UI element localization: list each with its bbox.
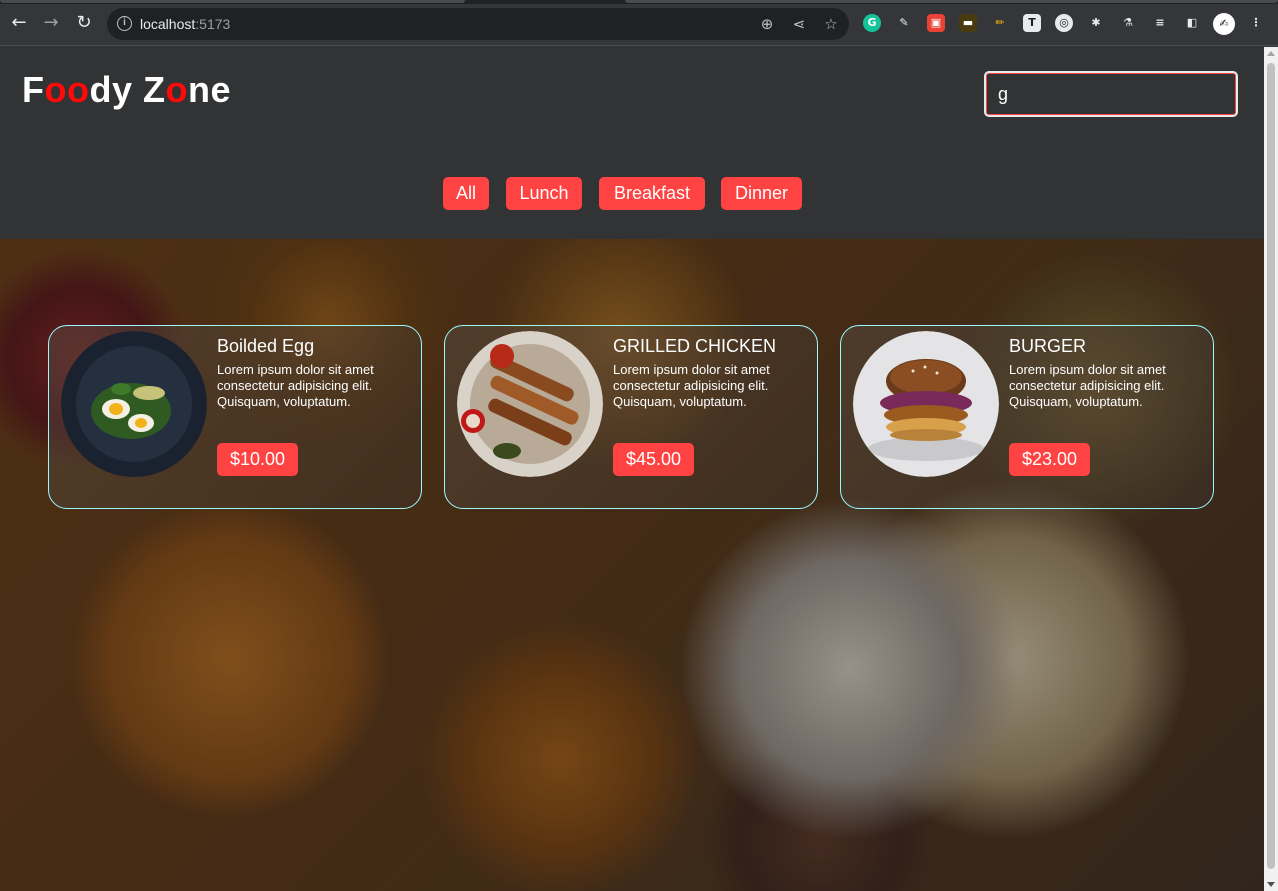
share-icon[interactable]: ⋖	[790, 15, 808, 33]
filter-breakfast-button[interactable]: Breakfast	[599, 177, 705, 210]
url-port: :5173	[195, 16, 231, 32]
reload-icon[interactable]: ↻	[73, 12, 95, 34]
scroll-up-icon[interactable]	[1267, 51, 1275, 56]
logo-part-accent: o	[165, 69, 188, 110]
food-background: Boilded Egg Lorem ipsum dolor sit amet c…	[0, 239, 1264, 891]
pencil-extension-icon[interactable]: ✏	[991, 14, 1009, 32]
browser-toolbar: ← → ↻ i localhost:5173 ⊕ ⋖ ☆ G ✎ ▣ ▬ ✏ T…	[0, 0, 1278, 46]
bookmark-star-icon[interactable]: ☆	[822, 15, 840, 33]
tab[interactable]	[625, 0, 1278, 3]
logo-part: F	[22, 69, 45, 110]
food-title: GRILLED CHICKEN	[613, 336, 777, 356]
price-button[interactable]: $45.00	[613, 443, 695, 476]
extension-icon[interactable]: ▬	[959, 14, 977, 32]
page-scrollbar[interactable]	[1264, 47, 1278, 891]
food-image-boiled-egg	[61, 331, 207, 477]
filter-all-button[interactable]: All	[443, 177, 489, 210]
side-panel-icon[interactable]: ◧	[1183, 14, 1201, 32]
price-button[interactable]: $23.00	[1009, 443, 1091, 476]
flask-icon[interactable]: ⚗	[1119, 14, 1137, 32]
back-arrow-icon[interactable]: ←	[8, 12, 30, 34]
scroll-down-icon[interactable]	[1267, 882, 1275, 887]
filter-lunch-button[interactable]: Lunch	[506, 177, 582, 210]
grammarly-extension-icon[interactable]: G	[863, 14, 881, 32]
food-title: BURGER	[1009, 336, 1087, 356]
filter-dinner-button[interactable]: Dinner	[721, 177, 802, 210]
filter-bar: All Lunch Breakfast Dinner	[0, 177, 1264, 211]
address-url[interactable]: localhost:5173	[140, 16, 230, 32]
food-card: BURGER Lorem ipsum dolor sit amet consec…	[840, 325, 1214, 509]
forward-arrow-icon[interactable]: →	[40, 12, 62, 34]
search-input[interactable]	[984, 71, 1238, 117]
logo-part: dy Z	[89, 69, 166, 110]
price-button[interactable]: $10.00	[217, 443, 299, 476]
burger-image	[853, 331, 999, 477]
grilled-chicken-image	[457, 331, 603, 477]
tab-strip	[0, 0, 1278, 4]
eyedropper-extension-icon[interactable]: ✎	[895, 14, 913, 32]
page: Foody Zone All Lunch Breakfast Dinner	[0, 47, 1264, 891]
food-description: Lorem ipsum dolor sit amet consectetur a…	[1009, 362, 1166, 409]
food-card: Boilded Egg Lorem ipsum dolor sit amet c…	[48, 325, 422, 509]
url-host: localhost	[140, 16, 196, 32]
food-card: GRILLED CHICKEN Lorem ipsum dolor sit am…	[444, 325, 818, 509]
extension-icon[interactable]: ▣	[927, 14, 945, 32]
site-info-icon[interactable]: i	[117, 16, 132, 31]
logo-part-accent: oo	[44, 69, 90, 110]
profile-avatar[interactable]: ✍	[1213, 13, 1235, 35]
puzzle-extensions-icon[interactable]: ✱	[1087, 14, 1105, 32]
address-bar[interactable]: i localhost:5173 ⊕ ⋖ ☆	[107, 8, 849, 40]
food-image-burger	[853, 331, 999, 477]
logo-part: ne	[188, 69, 232, 110]
tab[interactable]	[0, 0, 465, 3]
media-queue-icon[interactable]: ≡	[1151, 14, 1169, 32]
food-title: Boilded Egg	[217, 336, 315, 356]
food-image-grilled-chicken	[457, 331, 603, 477]
food-description: Lorem ipsum dolor sit amet consectetur a…	[613, 362, 770, 409]
boiled-egg-image	[61, 331, 207, 477]
food-description: Lorem ipsum dolor sit amet consectetur a…	[217, 362, 374, 409]
text-extension-icon[interactable]: T	[1023, 14, 1041, 32]
logo: Foody Zone	[22, 69, 231, 111]
scrollbar-thumb[interactable]	[1267, 63, 1275, 869]
zoom-icon[interactable]: ⊕	[758, 15, 776, 33]
menu-kebab-icon[interactable]: ⋮	[1247, 14, 1265, 32]
header-section: Foody Zone All Lunch Breakfast Dinner	[0, 47, 1264, 239]
extension-icon[interactable]: ◎	[1055, 14, 1073, 32]
